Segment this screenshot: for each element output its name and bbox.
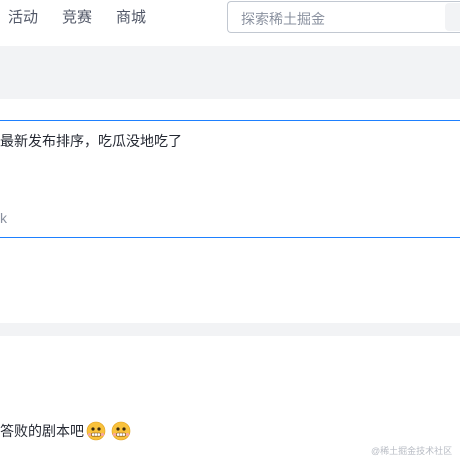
nav-item-competition[interactable]: 竞赛 xyxy=(62,8,92,28)
search-input[interactable] xyxy=(239,8,433,30)
comment-editor-text: 最新发布排序，吃瓜没地吃了 xyxy=(0,133,182,149)
grimace-emoji-icon-2 xyxy=(111,421,131,441)
watermark: @稀土掘金技术社区 xyxy=(371,446,453,456)
gray-banner xyxy=(0,46,460,99)
nav-item-activity[interactable]: 活动 xyxy=(8,8,38,28)
comment-editor-tail: k xyxy=(0,210,7,226)
top-header: 活动 竞赛 商城 xyxy=(0,0,460,38)
comment-text: 答败的剧本吧 xyxy=(0,423,84,439)
nav-item-mall[interactable]: 商城 xyxy=(116,8,146,28)
grimace-emoji-icon xyxy=(86,421,106,441)
search-box xyxy=(227,1,460,33)
section-divider xyxy=(0,323,460,336)
search-button[interactable] xyxy=(445,3,460,31)
